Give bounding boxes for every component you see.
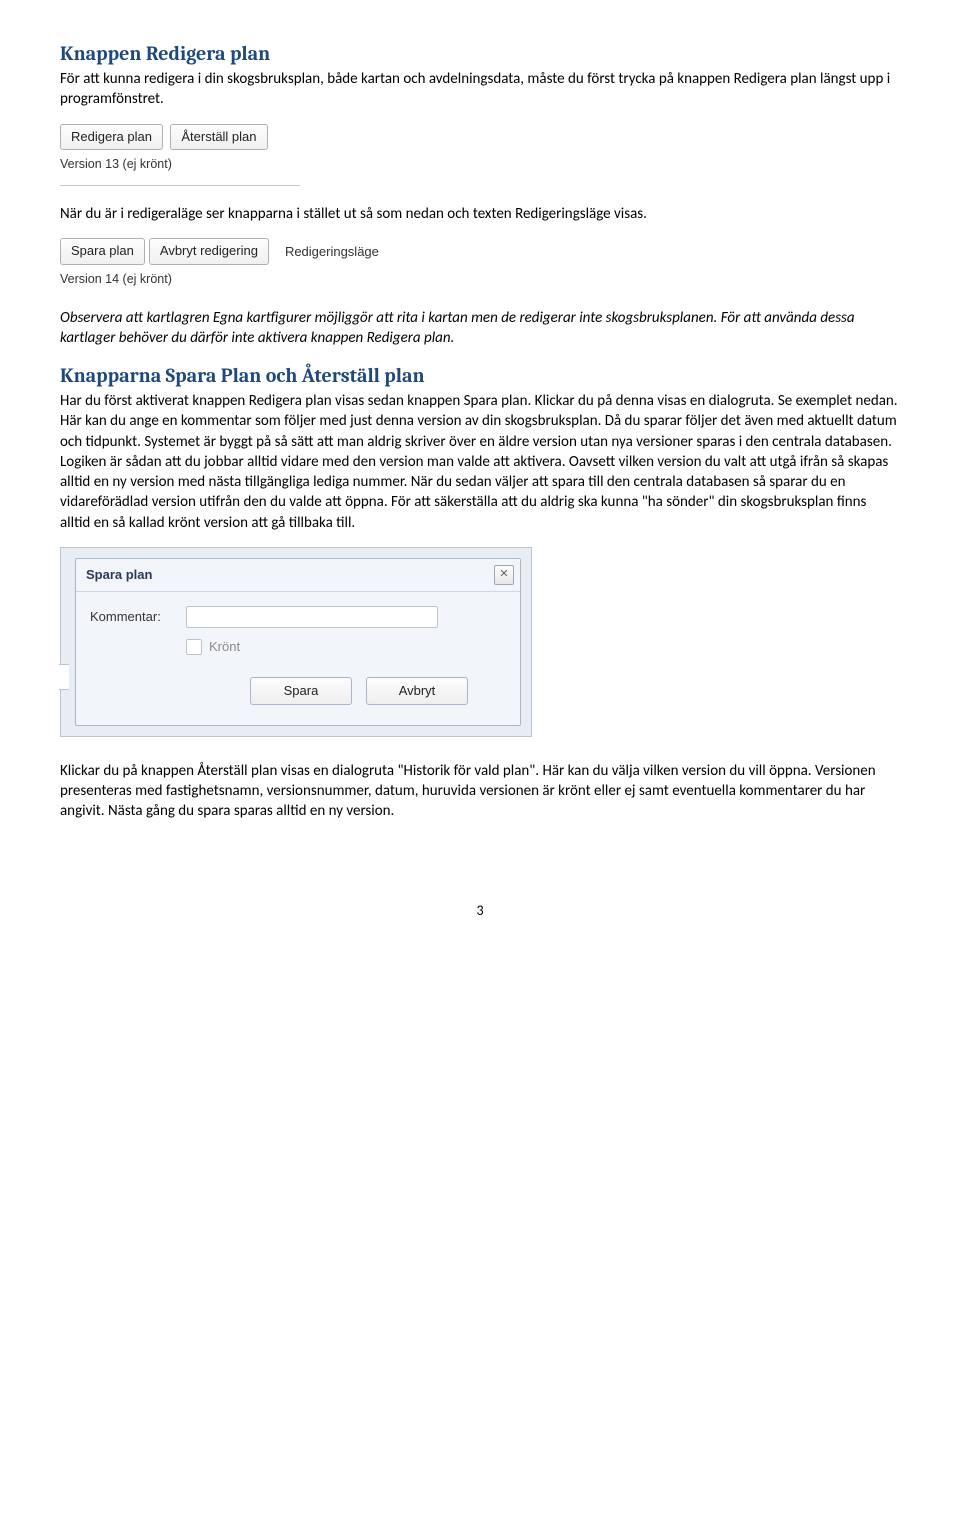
edit-plan-button[interactable]: Redigera plan [60,124,163,151]
dialog-cancel-button[interactable]: Avbryt [366,677,468,705]
kront-label: Krönt [209,638,240,656]
comment-input[interactable] [186,606,438,628]
kront-checkbox[interactable] [186,639,202,655]
editing-mode-label: Redigeringsläge [285,243,379,261]
version-status-2: Version 14 (ej krönt) [60,271,900,288]
close-icon[interactable]: ✕ [494,565,514,585]
comment-label: Kommentar: [90,608,186,626]
screenshot-toolbar-2: Spara plan Avbryt redigering Redigerings… [60,238,900,287]
divider [60,185,300,186]
para-intro: För att kunna redigera i din skogsbruksp… [60,69,900,110]
panel-edge [59,664,69,690]
version-status-1: Version 13 (ej krönt) [60,156,330,173]
save-plan-button[interactable]: Spara plan [60,238,145,265]
dialog-title: Spara plan [86,566,152,584]
para-observera: Observera att kartlagren Egna kartfigure… [60,308,900,349]
screenshot-toolbar-1: Redigera plan Återställ plan Version 13 … [60,124,330,186]
para-editmode: När du är i redigeraläge ser knapparna i… [60,204,900,224]
cancel-edit-button[interactable]: Avbryt redigering [149,238,269,265]
heading-spara-aterstall: Knapparna Spara Plan och Återställ plan [60,362,900,389]
save-plan-dialog: Spara plan ✕ Kommentar: Krönt Spara Avbr… [60,547,532,737]
restore-plan-button[interactable]: Återställ plan [170,124,267,151]
page-number: 3 [60,902,900,921]
dialog-save-button[interactable]: Spara [250,677,352,705]
heading-redigera-plan: Knappen Redigera plan [60,40,900,67]
para-spara-aterstall: Har du först aktiverat knappen Redigera … [60,391,900,533]
para-aterstall: Klickar du på knappen Återställ plan vis… [60,761,900,822]
